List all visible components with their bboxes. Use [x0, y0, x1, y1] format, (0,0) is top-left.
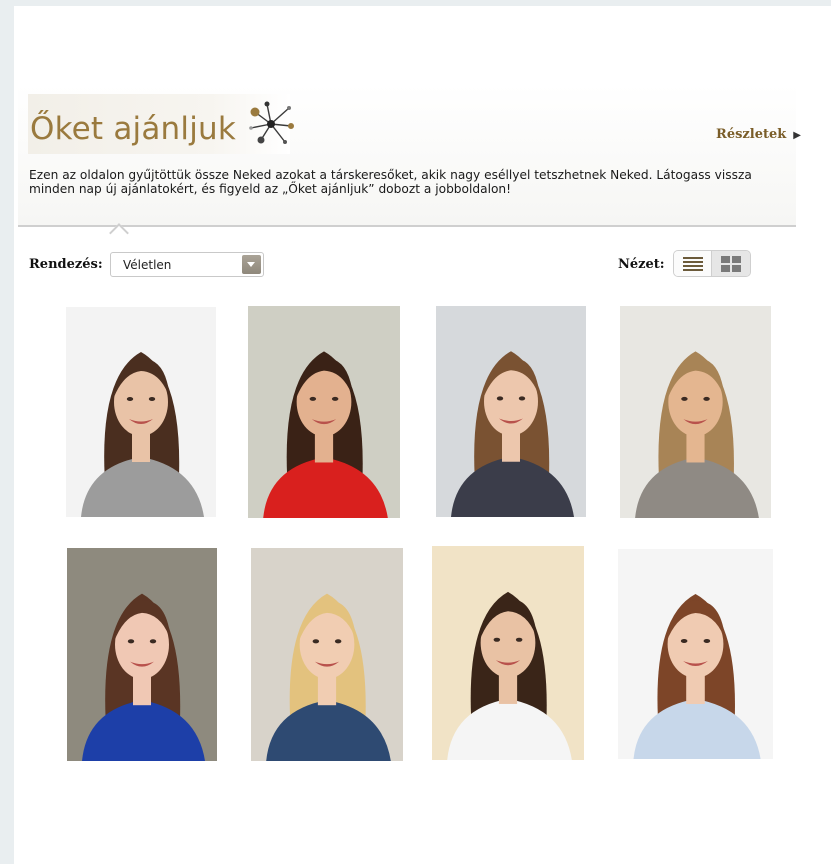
sort-select[interactable]: Véletlen: [110, 252, 264, 277]
view-toggle: [673, 250, 751, 277]
sort-label: Rendezés:: [29, 257, 103, 272]
intro-text: Ezen az oldalon gyűjtöttük össze Neked a…: [29, 168, 752, 196]
profile-photo[interactable]: [248, 306, 400, 518]
chevron-down-icon[interactable]: [242, 255, 261, 274]
page-title: Őket ajánljuk: [30, 111, 237, 147]
grid-view-button[interactable]: [712, 251, 750, 276]
portrait-image: [432, 546, 584, 760]
list-icon: [683, 257, 703, 271]
details-link[interactable]: Részletek ▶: [716, 127, 801, 142]
profile-photo[interactable]: [620, 306, 771, 518]
sort-select-value: Véletlen: [123, 258, 172, 272]
portrait-image: [620, 306, 771, 518]
details-link-label: Részletek: [716, 127, 787, 142]
profile-photo[interactable]: [432, 546, 584, 760]
profile-photo[interactable]: [251, 548, 403, 761]
portrait-image: [436, 306, 586, 517]
list-view-button[interactable]: [674, 251, 712, 276]
portrait-image: [248, 306, 400, 518]
portrait-image: [618, 549, 773, 759]
profile-photo[interactable]: [436, 306, 586, 517]
profile-photo[interactable]: [618, 549, 773, 759]
portrait-image: [251, 548, 403, 761]
arrow-right-icon: ▶: [793, 130, 801, 141]
portrait-image: [67, 548, 217, 761]
profile-photo[interactable]: [66, 307, 216, 517]
grid-icon: [721, 256, 741, 272]
molecule-logo-icon: [249, 101, 294, 144]
view-label: Nézet:: [618, 257, 665, 272]
portrait-image: [66, 307, 216, 517]
profile-photo[interactable]: [67, 548, 217, 761]
header-divider: [18, 225, 796, 227]
